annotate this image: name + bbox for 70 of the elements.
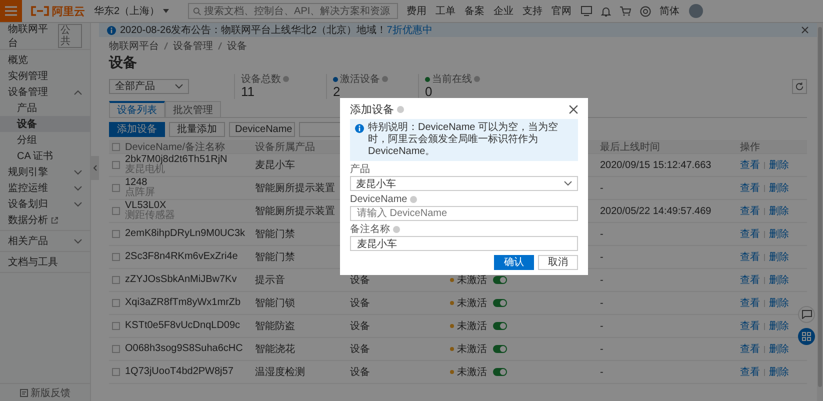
sidebar-item-label: 设备划归: [8, 198, 48, 211]
field-label: 备注名称: [350, 224, 390, 235]
table-cell-text: -: [600, 320, 604, 332]
sidebar-item-label: 规则引擎: [8, 166, 48, 179]
table-cell-text: 设备: [350, 320, 370, 333]
device-name: 2emK8ihpDRyLn9M0UC3k: [125, 229, 246, 239]
table-cell-text: 智能厕所提示装置: [255, 204, 336, 218]
device-name: Xqi3aZR8fTm8yWx1mrZb: [125, 298, 241, 308]
notice-text: 特别说明：DeviceName 可以为空，当为空时，阿里云会颁发全局唯一标识符作为 DeviceName。: [368, 122, 560, 158]
table-cell-text: 设备: [350, 343, 370, 356]
feedback-label: 新版反馈: [30, 386, 70, 400]
device-name: zZYJOsSbkAnMiJBw7Kv: [125, 275, 237, 285]
stat-value: 2: [333, 84, 342, 98]
column-header: 操作: [740, 141, 760, 154]
stat-value: 11: [241, 84, 256, 98]
sidebar-item-label: 相关产品: [8, 234, 48, 248]
stat-label: 当前在线: [432, 74, 472, 84]
device-name: 2Sc3F8n4RKm6vExZri4e: [125, 252, 238, 262]
table-cell-text: 麦昆小车: [255, 158, 296, 172]
device-name: 1248: [125, 178, 148, 188]
column-header: DeviceName/备注名称: [125, 140, 226, 154]
dialog-title: 添加设备: [350, 102, 394, 116]
column-header: 设备所属产品: [255, 140, 315, 154]
stat-value: 0: [425, 84, 434, 98]
status-text: 未激活: [457, 296, 487, 310]
field-label: DeviceName: [350, 194, 408, 205]
status-text: 未激活: [457, 320, 487, 333]
sidebar-item-label: 设备管理: [8, 86, 48, 99]
table-cell-text: -: [600, 252, 604, 262]
device-name: O068h3sog9S8Suha6cHC: [125, 344, 243, 354]
stat-label: 设备总数: [241, 74, 281, 84]
device-name: 2bk7M0j8d2t6Th51RjN: [125, 155, 228, 165]
sidebar-title: 物联网平台: [8, 23, 49, 50]
table-cell-text: -: [600, 298, 604, 308]
status-text: 未激活: [457, 274, 487, 287]
sidebar-item-label: 实例管理: [8, 70, 48, 83]
announcement-text: 2020-08-26发布公告：物联网平台上线华北2（北京）地域！7折优惠中: [120, 24, 432, 37]
table-cell-text: -: [600, 274, 604, 286]
sidebar-item-label: 数据分析: [8, 214, 48, 227]
status-text: 未激活: [457, 366, 487, 379]
table-cell-text: 2020/05/22 14:49:57.469: [600, 206, 712, 216]
sidebar-item-label: 概览: [8, 54, 28, 67]
table-cell-text: 智能厕所提示装置: [255, 182, 336, 195]
sidebar-item-label: 文档与工具: [8, 256, 58, 269]
status-text: 未激活: [457, 342, 487, 356]
table-cell-text: -: [600, 182, 604, 194]
logo-text: 阿里云: [52, 4, 85, 18]
table-cell-text: -: [600, 366, 604, 378]
sidebar-badge: 公共: [58, 24, 82, 48]
stat-label: 激活设备: [340, 74, 380, 84]
table-cell-text: 2020/09/15 15:12:47.663: [600, 160, 712, 170]
table-cell-text: 设备: [350, 297, 370, 310]
sidebar-item-label: 监控运维: [8, 182, 48, 195]
table-cell-text: 提示音: [255, 274, 286, 287]
device-name: 1Q73jUooT4bd2PW8j57: [125, 367, 234, 377]
table-cell-text: -: [600, 344, 604, 354]
column-header: 最后上线时间: [600, 140, 660, 154]
table-cell-text: 智能门锁: [255, 296, 296, 310]
table-cell-text: 智能门禁: [255, 250, 296, 264]
table-cell-text: 智能防盗: [255, 320, 296, 333]
page-title: 设备: [109, 54, 138, 70]
table-cell-text: 设备: [350, 274, 370, 287]
field-label: 产品: [350, 164, 370, 175]
table-cell-text: 智能门禁: [255, 228, 296, 241]
table-cell-text: -: [600, 228, 604, 240]
device-name: VL53L0X: [125, 201, 166, 211]
table-cell-text: 智能浇花: [255, 342, 296, 356]
table-cell-text: 设备: [350, 366, 370, 379]
table-cell-text: 温湿度检测: [255, 366, 306, 379]
device-name: KSTt0e5F8vUcDnqLD09c: [125, 321, 240, 331]
